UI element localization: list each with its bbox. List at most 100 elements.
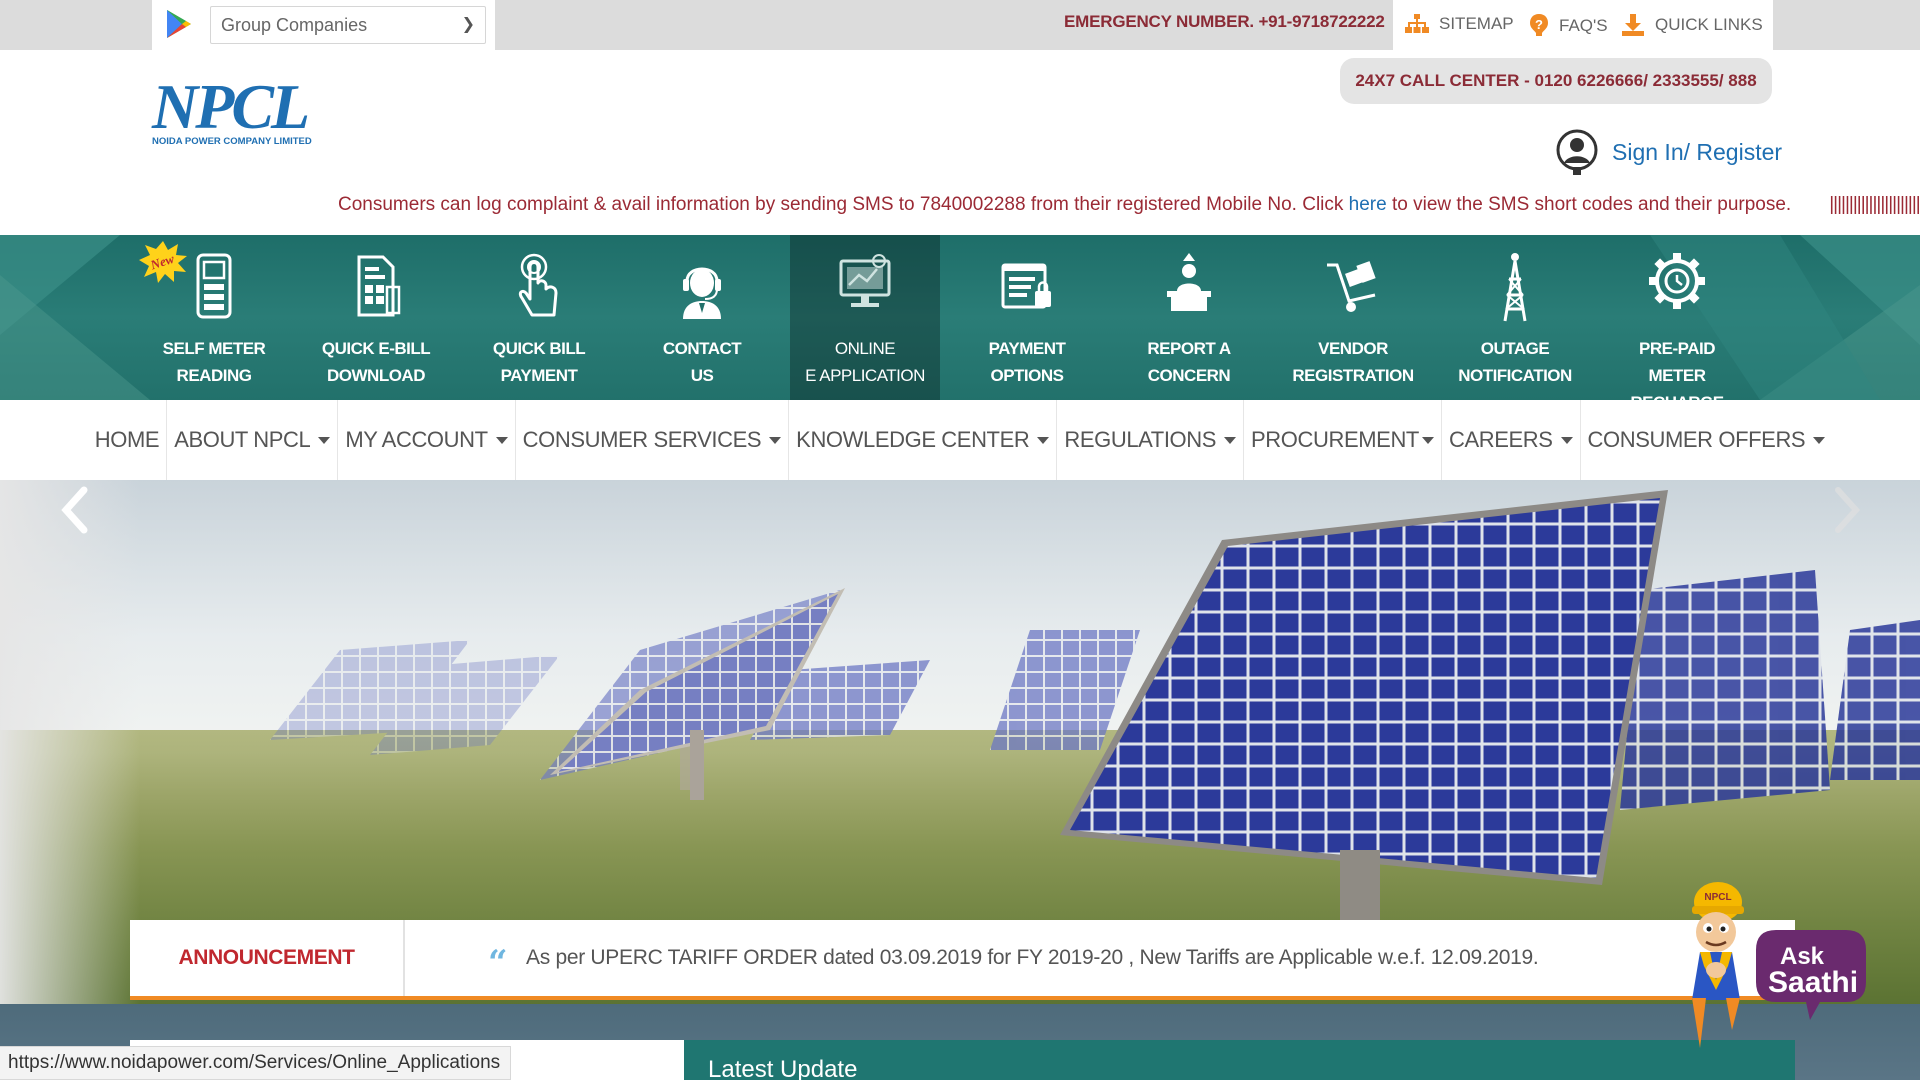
- quick-ebill-download[interactable]: QUICK E-BILL DOWNLOAD: [301, 235, 451, 400]
- sitemap-icon: [1405, 14, 1429, 33]
- quick-links-label: QUICK LINKS: [1655, 15, 1763, 34]
- call-center-badge: 24X7 CALL CENTER - 0120 6226666/ 2333555…: [1340, 58, 1772, 104]
- sitemap-link[interactable]: SITEMAP: [1405, 13, 1514, 35]
- quick-label-line1: PAYMENT: [988, 339, 1066, 358]
- quick-label-line1: CONTACT: [662, 339, 742, 358]
- tower-icon: [1503, 253, 1527, 322]
- nav-label: HOME: [94, 427, 160, 452]
- monitor-icon: [839, 254, 891, 307]
- user-icon: [1556, 129, 1598, 175]
- marquee-bars: ||||||||||||||||||||||||||||||||||||: [1829, 194, 1920, 215]
- announcement-text[interactable]: As per UPERC TARIFF ORDER dated 03.09.20…: [526, 920, 1539, 996]
- quick-label-line1: REPORT A: [1147, 339, 1231, 358]
- quick-label-line2: PAYMENT: [500, 366, 578, 385]
- faq-label: FAQ'S: [1559, 16, 1608, 35]
- quick-label-line2: OPTIONS: [990, 366, 1064, 385]
- latest-update-title: Latest Update: [708, 1056, 858, 1080]
- quick-prepaid-meter-recharge[interactable]: PRE-PAID METER RECHARGE: [1602, 235, 1752, 400]
- sign-in-label: Sign In/ Register: [1612, 138, 1783, 165]
- group-companies-select[interactable]: Group Companies ❯: [210, 6, 486, 44]
- nav-consumer-offers[interactable]: CONSUMER OFFERS: [1579, 400, 1833, 480]
- group-companies-label: Group Companies: [221, 15, 368, 35]
- quick-label-line2: READING: [176, 366, 252, 385]
- nav-label: PROCUREMENT: [1251, 427, 1419, 452]
- support-agent-icon: [683, 267, 721, 319]
- nav-label: REGULATIONS: [1064, 427, 1217, 452]
- nav-regulations[interactable]: REGULATIONS: [1056, 400, 1243, 480]
- quick-label-line2: DOWNLOAD: [327, 366, 425, 385]
- quick-label-line2: E APPLICATION: [805, 366, 925, 385]
- npcl-logo[interactable]: NPCL NOIDA POWER COMPANY LIMITED: [152, 74, 322, 154]
- meter-icon: [196, 253, 232, 319]
- sms-marquee: Consumers can log complaint & avail info…: [338, 194, 1920, 216]
- quick-label-line1: QUICK E-BILL: [321, 339, 431, 358]
- quick-contact-us[interactable]: CONTACT US: [627, 235, 777, 400]
- faq-link[interactable]: ? FAQ'S: [1529, 13, 1608, 39]
- hero-left-fade: [0, 480, 140, 1005]
- quick-links-link[interactable]: QUICK LINKS: [1621, 13, 1763, 37]
- quick-links-band: SELF METER READING QUICK E-BILL DOWNLOAD Q…: [0, 235, 1920, 400]
- play-store-icon[interactable]: [164, 8, 194, 40]
- caret-down-icon: [769, 436, 782, 444]
- quick-label-line2: US: [690, 366, 714, 385]
- hand-pointer-icon: [518, 253, 558, 317]
- nav-home[interactable]: HOME: [88, 400, 166, 480]
- quick-report-concern[interactable]: REPORT A CONCERN: [1114, 235, 1264, 400]
- ebill-icon: [357, 255, 401, 317]
- nav-consumer-services[interactable]: CONSUMER SERVICES: [514, 400, 789, 480]
- ask-saathi-chatbot[interactable]: NPCL Ask Saathi: [1670, 870, 1870, 1050]
- saathi-line2: Saathi: [1768, 966, 1858, 999]
- quick-label-line1: SELF METER: [162, 339, 266, 358]
- download-icon: [1622, 14, 1644, 36]
- announcement-bar: ANNOUNCEMENT “ As per UPERC TARIFF ORDER…: [130, 920, 1795, 1000]
- nav-label: CONSUMER OFFERS: [1587, 427, 1806, 452]
- caret-down-icon: [1224, 436, 1237, 444]
- quick-online-e-application[interactable]: ONLINE E APPLICATION: [790, 235, 940, 400]
- sitemap-label: SITEMAP: [1439, 14, 1514, 33]
- logo-text: NPCL: [152, 71, 310, 142]
- slider-prev-arrow[interactable]: [56, 480, 96, 540]
- top-bar: Group Companies ❯ EMERGENCY NUMBER. +91-…: [0, 0, 1920, 50]
- utility-links: SITEMAP ? FAQ'S QUICK LINKS: [1393, 0, 1773, 50]
- nav-my-account[interactable]: MY ACCOUNT: [337, 400, 514, 480]
- latest-update-header: Latest Update: [684, 1040, 1795, 1080]
- caret-down-icon: [1421, 436, 1434, 444]
- marquee-here-link[interactable]: here: [1349, 194, 1387, 215]
- quick-label-line2: REGISTRATION: [1292, 366, 1414, 385]
- cart-icon: [1327, 261, 1376, 312]
- quick-label-line1: PRE-PAID: [1639, 339, 1715, 358]
- marquee-text-after: to view the SMS short codes and their pu…: [1386, 194, 1792, 215]
- marquee-text-before: Consumers can log complaint & avail info…: [338, 194, 1349, 215]
- gear-icon: [1649, 253, 1705, 309]
- quick-payment-options[interactable]: PAYMENT OPTIONS: [952, 235, 1102, 400]
- logo-subtitle: NOIDA POWER COMPANY LIMITED: [152, 136, 312, 147]
- announcement-label: ANNOUNCEMENT: [130, 920, 405, 996]
- quick-label-line1: ONLINE: [834, 339, 896, 358]
- quick-label-line2: CONCERN: [1147, 366, 1231, 385]
- nav-procurement[interactable]: PROCUREMENT: [1243, 400, 1441, 480]
- quick-bill-payment[interactable]: QUICK BILL PAYMENT: [464, 235, 614, 400]
- quick-outage-notification[interactable]: OUTAGE NOTIFICATION: [1440, 235, 1590, 400]
- new-badge: New: [139, 241, 187, 283]
- quick-vendor-registration[interactable]: VENDOR REGISTRATION: [1278, 235, 1428, 400]
- nav-label: CONSUMER SERVICES: [522, 427, 762, 452]
- quote-icon: “: [488, 943, 508, 983]
- payment-form-icon: [1001, 263, 1051, 309]
- nav-about-npcl[interactable]: ABOUT NPCL: [166, 400, 337, 480]
- quick-label-line2: NOTIFICATION: [1458, 366, 1572, 385]
- group-companies-box: Group Companies ❯: [152, 0, 495, 50]
- nav-knowledge-center[interactable]: KNOWLEDGE CENTER: [788, 400, 1056, 480]
- slider-next-arrow[interactable]: [1826, 480, 1866, 540]
- quick-label-line1: QUICK BILL: [492, 339, 586, 358]
- nav-label: ABOUT NPCL: [174, 427, 311, 452]
- nav-careers[interactable]: CAREERS: [1440, 400, 1580, 480]
- caret-down-icon: [1813, 436, 1826, 444]
- chevron-down-icon: ❯: [461, 16, 475, 33]
- sign-in-register-link[interactable]: Sign In/ Register: [1556, 128, 1782, 176]
- faq-icon: ?: [1530, 14, 1548, 36]
- nav-label: MY ACCOUNT: [345, 427, 488, 452]
- svg-text:?: ?: [1535, 17, 1543, 32]
- caret-down-icon: [1560, 436, 1573, 444]
- caret-down-icon: [1037, 436, 1050, 444]
- caret-down-icon: [318, 436, 331, 444]
